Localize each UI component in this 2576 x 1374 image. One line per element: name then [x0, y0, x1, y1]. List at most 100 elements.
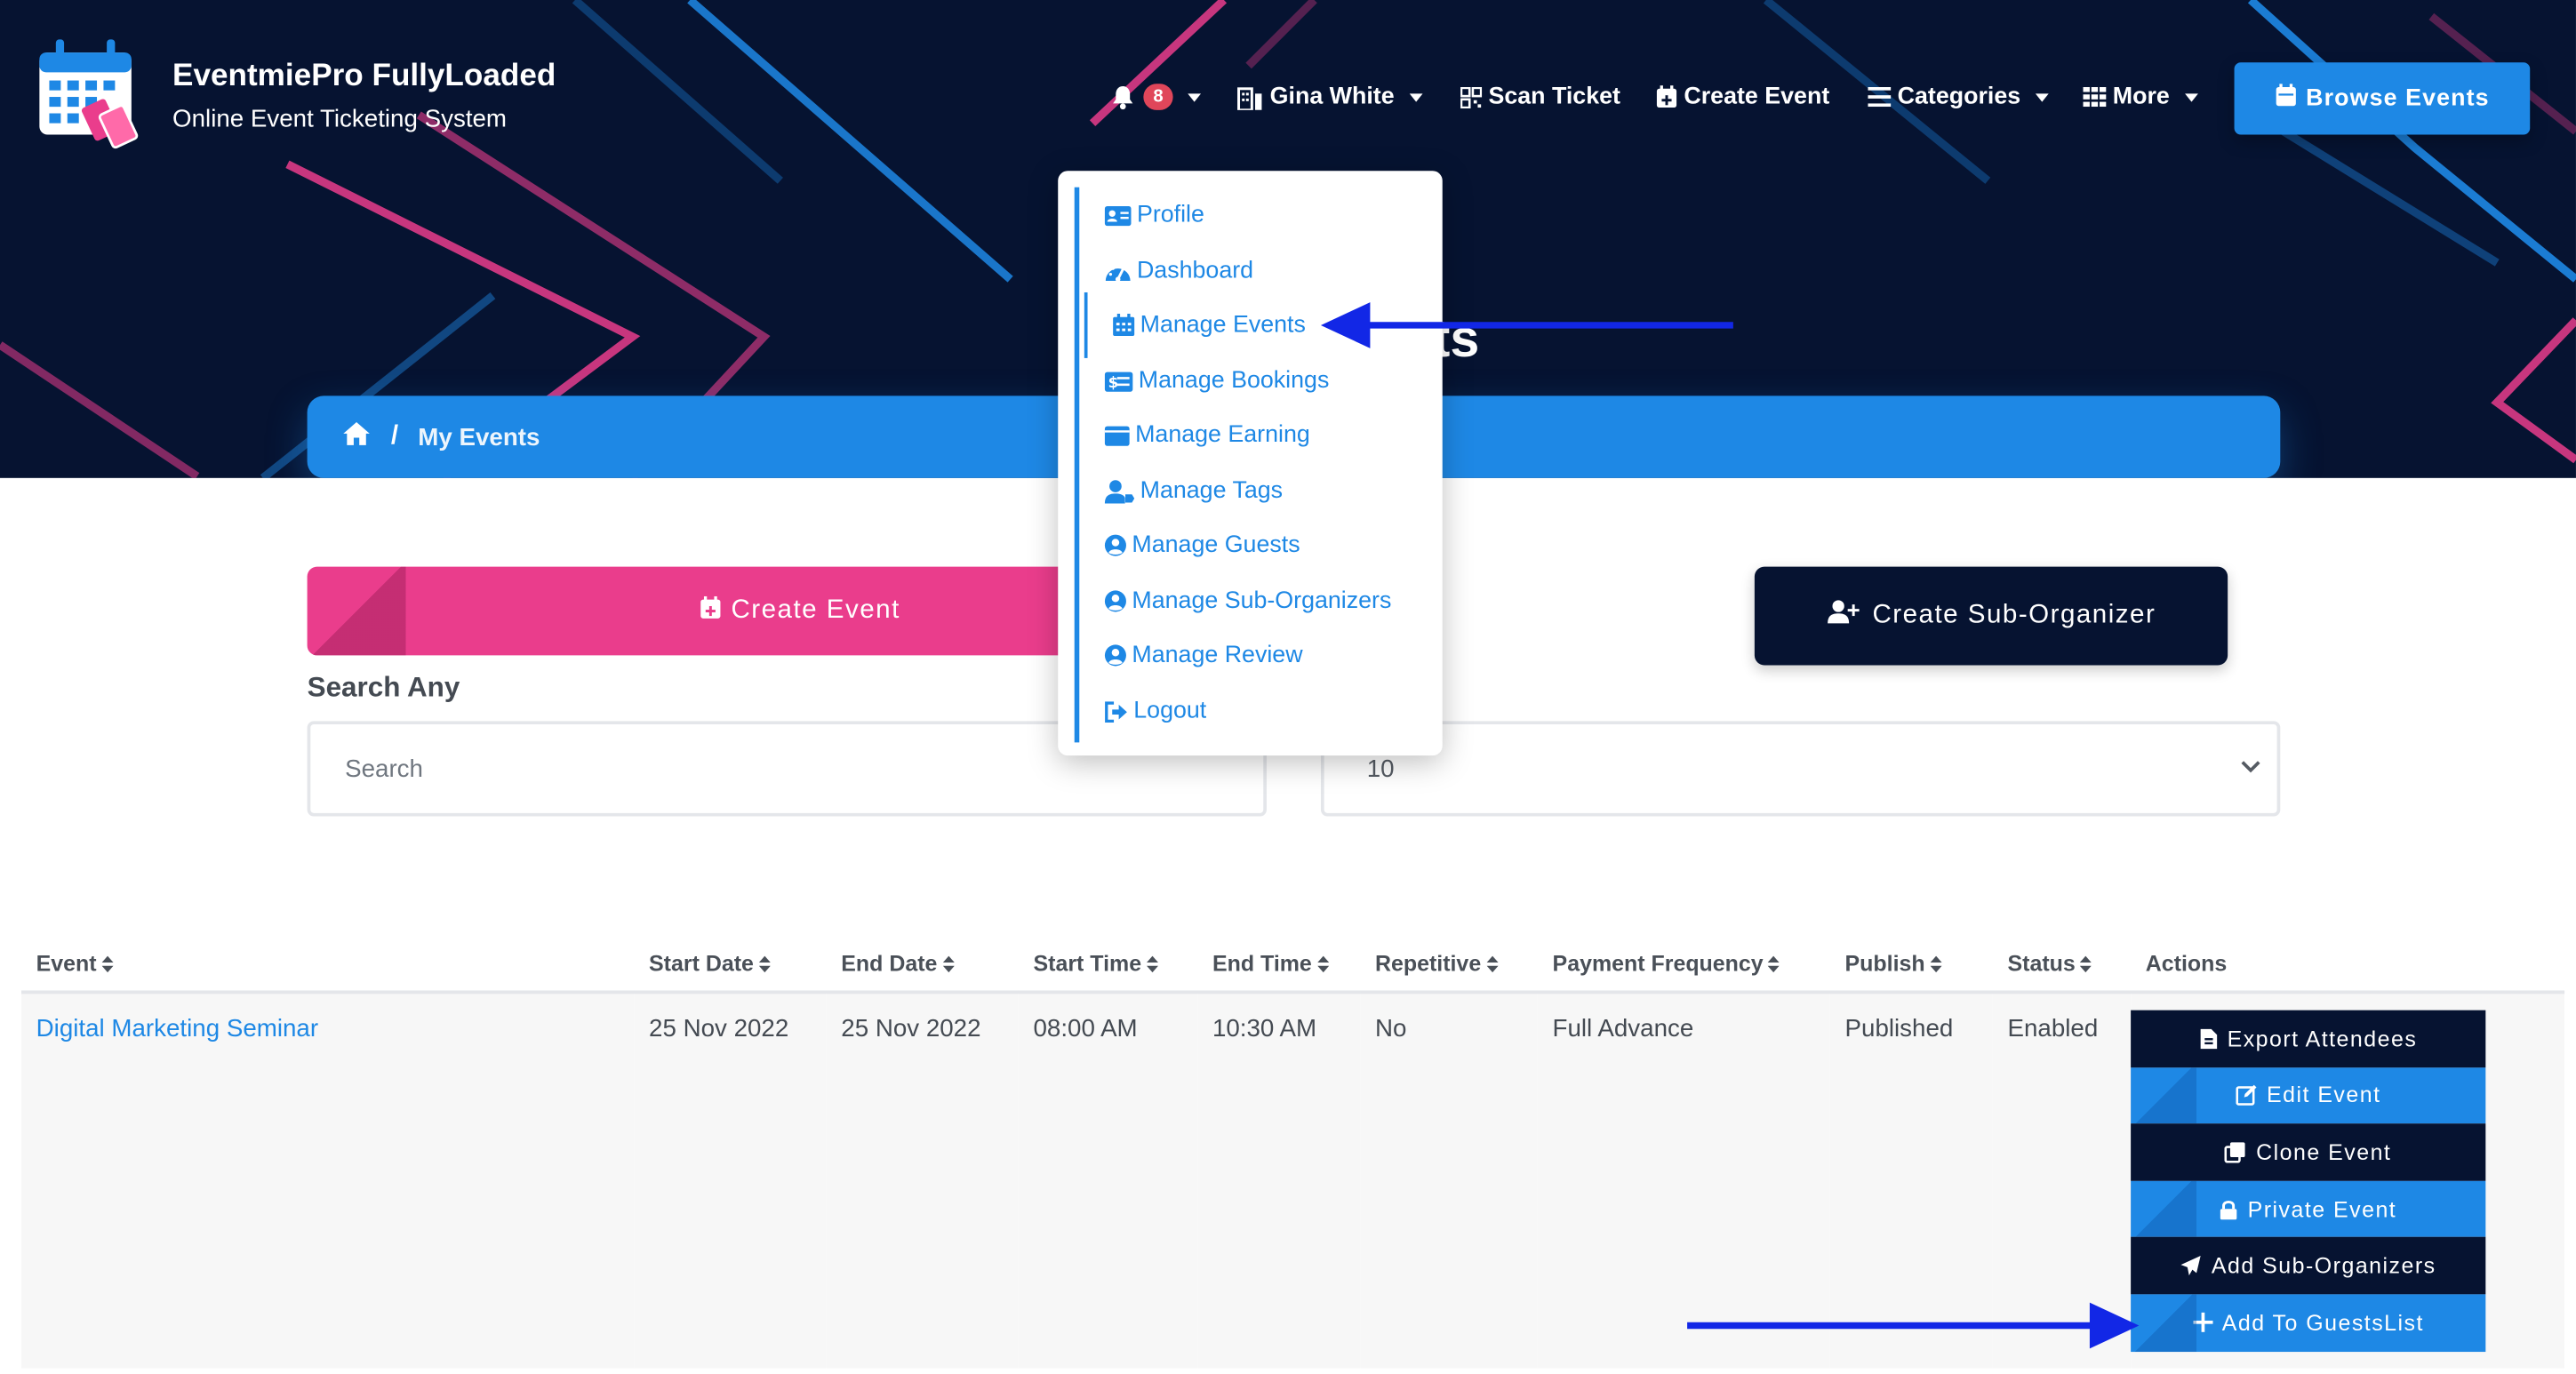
categories-menu[interactable]: Categories: [1868, 81, 2049, 114]
menu-item-manage-sub-organizers[interactable]: Manage Sub-Organizers: [1104, 583, 1391, 619]
menu-item-label: Manage Review: [1132, 642, 1303, 669]
sort-icon: [941, 956, 954, 973]
edit-event-button[interactable]: Edit Event: [2131, 1066, 2486, 1124]
browse-events-button[interactable]: Browse Events: [2234, 62, 2531, 135]
column-header-start-date[interactable]: Start Date: [634, 936, 827, 995]
edit-icon: [2235, 1085, 2256, 1106]
clone-event-button[interactable]: Clone Event: [2131, 1123, 2486, 1181]
column-header-actions: Actions: [2131, 936, 2565, 995]
menu-item-label: Logout: [1133, 698, 1207, 725]
sort-icon: [2080, 956, 2092, 973]
column-header-end-date[interactable]: End Date: [826, 936, 1019, 995]
sort-icon: [1146, 956, 1158, 973]
menu-item-manage-events[interactable]: Manage Events: [1084, 292, 1306, 358]
sort-icon: [758, 956, 771, 973]
menu-item-dashboard[interactable]: Dashboard: [1104, 253, 1253, 290]
menu-item-label: Manage Bookings: [1138, 367, 1330, 395]
column-header-event[interactable]: Event: [21, 936, 635, 995]
column-header-repetitive[interactable]: Repetitive: [1360, 936, 1538, 995]
column-header-end-time[interactable]: End Time: [1197, 936, 1361, 995]
create-event-nav-label: Create Event: [1684, 84, 1830, 110]
column-header-publish[interactable]: Publish: [1829, 936, 1993, 995]
end-time-cell: 10:30 AM: [1197, 992, 1361, 1368]
event-cell: Digital Marketing Seminar: [21, 992, 635, 1368]
export-attendees-button[interactable]: Export Attendees: [2131, 1010, 2486, 1067]
menu-item-manage-earning[interactable]: Manage Earning: [1104, 417, 1310, 453]
menu-rail: [1074, 187, 1080, 743]
create-sub-organizer-label: Create Sub-Organizer: [1872, 601, 2156, 629]
notification-count-badge: 8: [1143, 84, 1173, 110]
qrcode-icon: [1460, 86, 1483, 108]
building-user-icon: [1237, 84, 1264, 109]
menu-item-manage-review[interactable]: Manage Review: [1104, 637, 1303, 674]
sort-icon: [1316, 956, 1329, 973]
svg-text:$: $: [1108, 373, 1119, 390]
column-header-payment-frequency[interactable]: Payment Frequency: [1537, 936, 1830, 995]
edit-event-label: Edit Event: [2266, 1082, 2381, 1108]
browse-events-label: Browse Events: [2306, 85, 2490, 112]
brand-name[interactable]: EventmiePro FullyLoaded: [172, 60, 556, 96]
scan-ticket-link[interactable]: Scan Ticket: [1460, 81, 1620, 114]
status-cell: Enabled: [1992, 992, 2132, 1368]
chevron-down-icon: [1188, 92, 1202, 101]
menu-item-label: Dashboard: [1136, 258, 1254, 284]
chevron-down-icon: [2035, 92, 2049, 101]
breadcrumb-current: My Events: [418, 422, 540, 451]
user-dropdown-menu: Profile Dashboard Manage Events $ Manage…: [1058, 171, 1443, 756]
user-circle-icon: [1104, 644, 1126, 667]
id-card-icon: [1104, 205, 1132, 226]
chevron-down-icon: [2184, 92, 2198, 101]
breadcrumb-separator: /: [390, 421, 399, 451]
private-event-button[interactable]: Private Event: [2131, 1180, 2486, 1238]
create-sub-organizer-button[interactable]: Create Sub-Organizer: [1754, 566, 2228, 666]
create-event-label: Create Event: [731, 595, 900, 625]
more-menu[interactable]: More: [2083, 81, 2198, 114]
user-circle-icon: [1104, 590, 1126, 612]
menu-item-manage-tags[interactable]: Manage Tags: [1104, 473, 1283, 509]
repetitive-cell: No: [1360, 992, 1538, 1368]
home-icon[interactable]: [341, 419, 371, 454]
menu-item-label: Manage Events: [1140, 312, 1306, 339]
sort-icon: [1485, 956, 1498, 973]
scan-ticket-label: Scan Ticket: [1488, 84, 1620, 110]
chevron-down-icon: [2241, 761, 2260, 773]
menu-item-label: Manage Sub-Organizers: [1132, 587, 1392, 615]
paper-plane-icon: [2180, 1256, 2201, 1276]
add-sub-organizers-label: Add Sub-Organizers: [2211, 1253, 2436, 1279]
menu-item-manage-guests[interactable]: Manage Guests: [1104, 527, 1300, 563]
grid-icon: [2083, 86, 2107, 108]
event-title-link[interactable]: Digital Marketing Seminar: [36, 1015, 318, 1042]
user-name: Gina White: [1269, 84, 1395, 110]
start-time-cell: 08:00 AM: [1018, 992, 1198, 1368]
export-attendees-label: Export Attendees: [2227, 1026, 2418, 1051]
search-label: Search Any: [307, 671, 460, 704]
menu-item-profile[interactable]: Profile: [1104, 197, 1204, 234]
user-tag-icon: [1104, 479, 1135, 503]
create-event-nav-link[interactable]: Create Event: [1656, 81, 1829, 114]
column-header-start-time[interactable]: Start Time: [1018, 936, 1198, 995]
menu-item-label: Manage Tags: [1140, 477, 1284, 505]
events-table: Event Start Date End Date Start Time End…: [21, 936, 2565, 1368]
publish-cell: Published: [1829, 992, 1993, 1368]
payment-frequency-cell: Full Advance: [1537, 992, 1830, 1368]
sign-out-icon: [1105, 700, 1127, 723]
menu-item-logout[interactable]: Logout: [1104, 693, 1206, 730]
bars-icon: [1868, 86, 1892, 108]
dashboard-gauge-icon: [1105, 264, 1131, 282]
clone-icon: [2225, 1142, 2246, 1163]
table-header-row: Event Start Date End Date Start Time End…: [21, 936, 2565, 995]
more-label: More: [2112, 84, 2170, 110]
column-header-status[interactable]: Status: [1992, 936, 2132, 995]
add-sub-organizers-button[interactable]: Add Sub-Organizers: [2131, 1237, 2486, 1295]
menu-item-label: Manage Earning: [1135, 421, 1310, 449]
calendar-icon: [1113, 314, 1135, 336]
sort-icon: [101, 956, 114, 973]
user-menu-toggle[interactable]: Gina White: [1237, 81, 1423, 114]
add-to-guestslist-button[interactable]: Add To GuestsList: [2131, 1294, 2486, 1352]
notifications-menu[interactable]: 8: [1112, 81, 1202, 114]
table-row: Digital Marketing Seminar 25 Nov 2022 25…: [21, 992, 2565, 1368]
per-page-select[interactable]: 10: [1320, 721, 2281, 817]
wallet-icon: [1104, 425, 1130, 445]
menu-item-manage-bookings[interactable]: $ Manage Bookings: [1104, 363, 1329, 399]
add-to-guestslist-label: Add To GuestsList: [2221, 1310, 2424, 1336]
